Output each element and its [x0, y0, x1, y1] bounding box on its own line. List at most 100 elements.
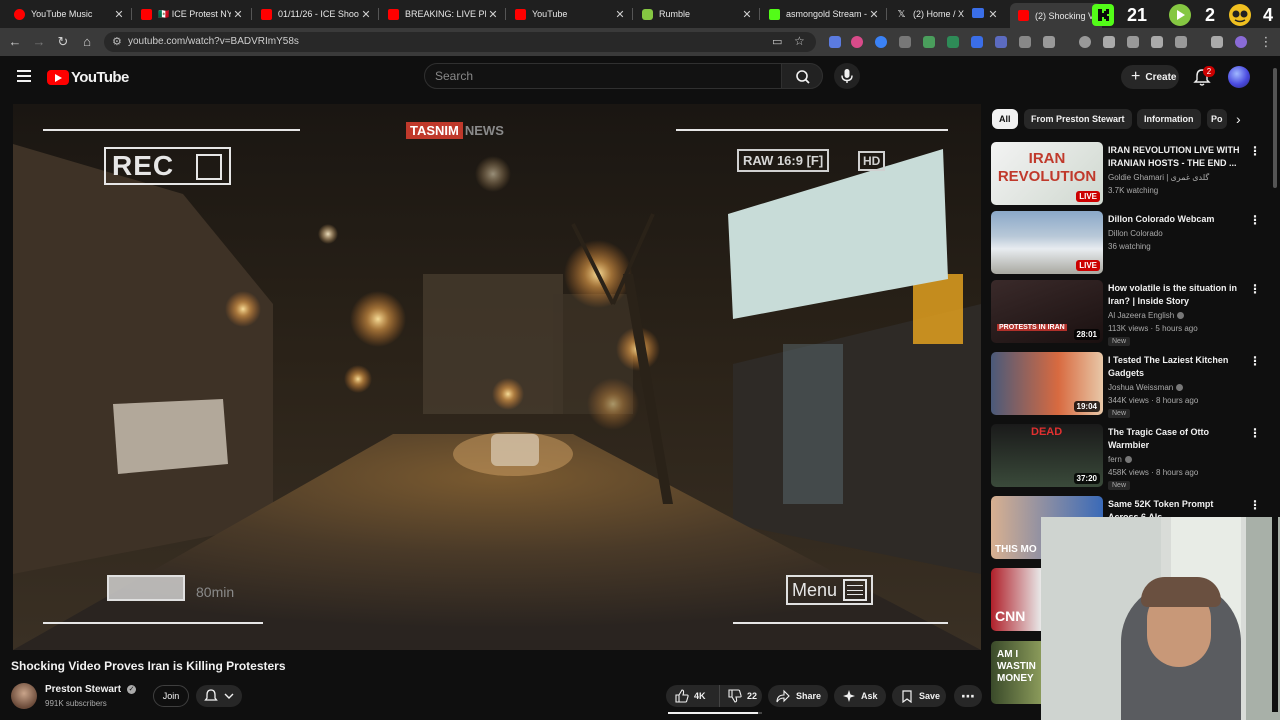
- video-thumbnail[interactable]: LIVE: [991, 211, 1103, 274]
- video-thumbnail[interactable]: CNN: [991, 568, 1041, 631]
- share-button[interactable]: Share: [768, 685, 828, 707]
- join-button[interactable]: Join: [153, 685, 189, 707]
- youtube-logo[interactable]: YouTube: [47, 69, 129, 86]
- recommendation-item[interactable]: PROTESTS IN IRAN 28:01 How volatile is t…: [991, 280, 1261, 346]
- video-thumbnail[interactable]: IRAN REVOLUTION LIVE: [991, 142, 1103, 205]
- create-label: Create: [1145, 71, 1177, 83]
- channel-text: fern: [1108, 455, 1122, 464]
- more-options-icon[interactable]: ⋮: [1249, 426, 1261, 440]
- devtools-icon[interactable]: [1127, 36, 1139, 48]
- search-input[interactable]: [424, 63, 782, 89]
- video-thumbnail[interactable]: 19:04: [991, 352, 1103, 415]
- more-options-icon[interactable]: ⋮: [1249, 354, 1261, 368]
- rec-square-icon: [196, 154, 222, 180]
- extension-icon[interactable]: [899, 36, 911, 48]
- close-tab-icon[interactable]: ✕: [486, 8, 500, 21]
- chip-from-channel[interactable]: From Preston Stewart: [1024, 109, 1132, 129]
- account-avatar[interactable]: [1228, 66, 1250, 88]
- more-options-icon[interactable]: ⋮: [1249, 282, 1261, 296]
- tab-search-icon[interactable]: [972, 8, 984, 18]
- browser-tab[interactable]: 𝕏 (2) Home / X ✕: [888, 3, 1004, 25]
- extension-icon[interactable]: [851, 36, 863, 48]
- chip-information[interactable]: Information: [1137, 109, 1201, 129]
- browser-tab[interactable]: YouTube ✕: [507, 3, 631, 25]
- chip-partial[interactable]: Po: [1207, 109, 1227, 129]
- site-info-icon[interactable]: ⚙: [112, 35, 122, 48]
- channel-avatar[interactable]: [11, 683, 37, 709]
- address-bar[interactable]: ⚙ youtube.com/watch?v=BADVRImY58s ▭ ☆: [104, 32, 816, 52]
- browser-tab[interactable]: BREAKING: LIVE PF ✕: [380, 3, 504, 25]
- close-tab-icon[interactable]: ✕: [231, 8, 245, 21]
- downloads-icon[interactable]: [1211, 36, 1223, 48]
- browser-tab[interactable]: YouTube Music ✕: [6, 3, 130, 25]
- video-thumbnail[interactable]: AM I WASTIN MONEY: [991, 641, 1041, 704]
- extension-icon[interactable]: [947, 36, 959, 48]
- extension-icon[interactable]: [875, 36, 887, 48]
- dislike-button[interactable]: 22: [720, 685, 757, 707]
- recommendation-item[interactable]: 19:04 I Tested The Laziest Kitchen Gadge…: [991, 352, 1261, 418]
- extension-icon[interactable]: [923, 36, 935, 48]
- extension-icon[interactable]: [995, 36, 1007, 48]
- sidebar-icon[interactable]: [1151, 36, 1163, 48]
- recommendation-meta: 3.7K watching: [1108, 186, 1159, 195]
- voice-search-button[interactable]: [834, 63, 860, 89]
- list-icon: [843, 579, 868, 601]
- forward-arrow-icon[interactable]: →: [30, 33, 48, 51]
- extension-icon[interactable]: [971, 36, 983, 48]
- youtube-play-logo-icon: [47, 70, 69, 85]
- install-app-icon[interactable]: ▭: [772, 35, 782, 48]
- hamburger-menu-icon[interactable]: [17, 70, 31, 82]
- extension-icon[interactable]: [1019, 36, 1031, 48]
- video-thumbnail[interactable]: PROTESTS IN IRAN 28:01: [991, 280, 1103, 343]
- recommendation-item[interactable]: LIVE Dillon Colorado Webcam Dillon Color…: [991, 211, 1261, 275]
- extension-icon[interactable]: [1175, 36, 1187, 48]
- close-tab-icon[interactable]: ✕: [740, 8, 754, 21]
- close-tab-icon[interactable]: ✕: [613, 8, 627, 21]
- create-button[interactable]: + Create: [1121, 65, 1179, 89]
- home-icon[interactable]: ⌂: [78, 33, 96, 51]
- profile-icon[interactable]: [1235, 36, 1247, 48]
- more-options-icon[interactable]: ⋮: [1249, 213, 1261, 227]
- channel-name[interactable]: Preston Stewart: [45, 684, 121, 695]
- more-options-icon[interactable]: ⋮: [1249, 498, 1261, 512]
- save-button[interactable]: Save: [892, 685, 946, 707]
- browser-tab[interactable]: 🇲🇽 ICE Protest NYC LI ✕: [133, 3, 249, 25]
- rec-indicator: REC: [104, 147, 231, 185]
- browser-tab[interactable]: Rumble ✕: [634, 3, 758, 25]
- extension-icon[interactable]: [829, 36, 841, 48]
- close-tab-icon[interactable]: ✕: [359, 8, 373, 21]
- browser-tab[interactable]: 01/11/26 - ICE Shooti ✕: [253, 3, 377, 25]
- chips-next-chevron-icon[interactable]: ›: [1236, 111, 1241, 127]
- browser-tab[interactable]: asmongold Stream - ✕: [761, 3, 885, 25]
- ask-button[interactable]: Ask: [834, 685, 886, 707]
- history-icon[interactable]: [1079, 36, 1091, 48]
- search-button[interactable]: [781, 63, 823, 89]
- duration-badge: 19:04: [1073, 401, 1100, 412]
- recommendation-title: The Tragic Case of Otto Warmbier: [1108, 427, 1210, 450]
- extension-icon[interactable]: [1103, 36, 1115, 48]
- reload-icon[interactable]: ↻: [54, 33, 72, 51]
- like-button[interactable]: 4K: [666, 685, 720, 707]
- video-player[interactable]: REC TASNIM NEWS RAW 16:9 [F] HD 80min Me…: [13, 104, 981, 650]
- kick-count: 21: [1126, 4, 1148, 25]
- more-actions-button[interactable]: ⋯: [954, 685, 982, 707]
- close-tab-icon[interactable]: ✕: [112, 8, 126, 21]
- extensions-puzzle-icon[interactable]: [1043, 36, 1055, 48]
- more-options-icon[interactable]: ⋮: [1249, 144, 1261, 158]
- page-scrollbar[interactable]: [1272, 62, 1278, 712]
- channel-text: Al Jazeera English: [1108, 311, 1175, 320]
- recommendation-title: I Tested The Laziest Kitchen Gadgets: [1108, 355, 1229, 378]
- close-tab-icon[interactable]: ✕: [867, 8, 881, 21]
- recommendation-item[interactable]: DEAD 37:20 The Tragic Case of Otto Warmb…: [991, 424, 1261, 490]
- chip-all[interactable]: All: [992, 109, 1018, 129]
- subscription-bell-button[interactable]: [196, 685, 242, 707]
- bookmark-star-icon[interactable]: ☆: [794, 34, 805, 48]
- recommendation-item[interactable]: IRAN REVOLUTION LIVE IRAN REVOLUTION LIV…: [991, 142, 1261, 206]
- browser-menu-icon[interactable]: ⋮: [1257, 33, 1275, 51]
- back-arrow-icon[interactable]: ←: [6, 33, 24, 51]
- close-tab-icon[interactable]: ✕: [986, 8, 1000, 21]
- video-thumbnail[interactable]: DEAD 37:20: [991, 424, 1103, 487]
- search-icon: [796, 70, 810, 84]
- recommendation-channel: Goldie Ghamari | گلدی غمری: [1108, 173, 1210, 182]
- browser-tab-active[interactable]: (2) Shocking Vid: [1010, 3, 1102, 28]
